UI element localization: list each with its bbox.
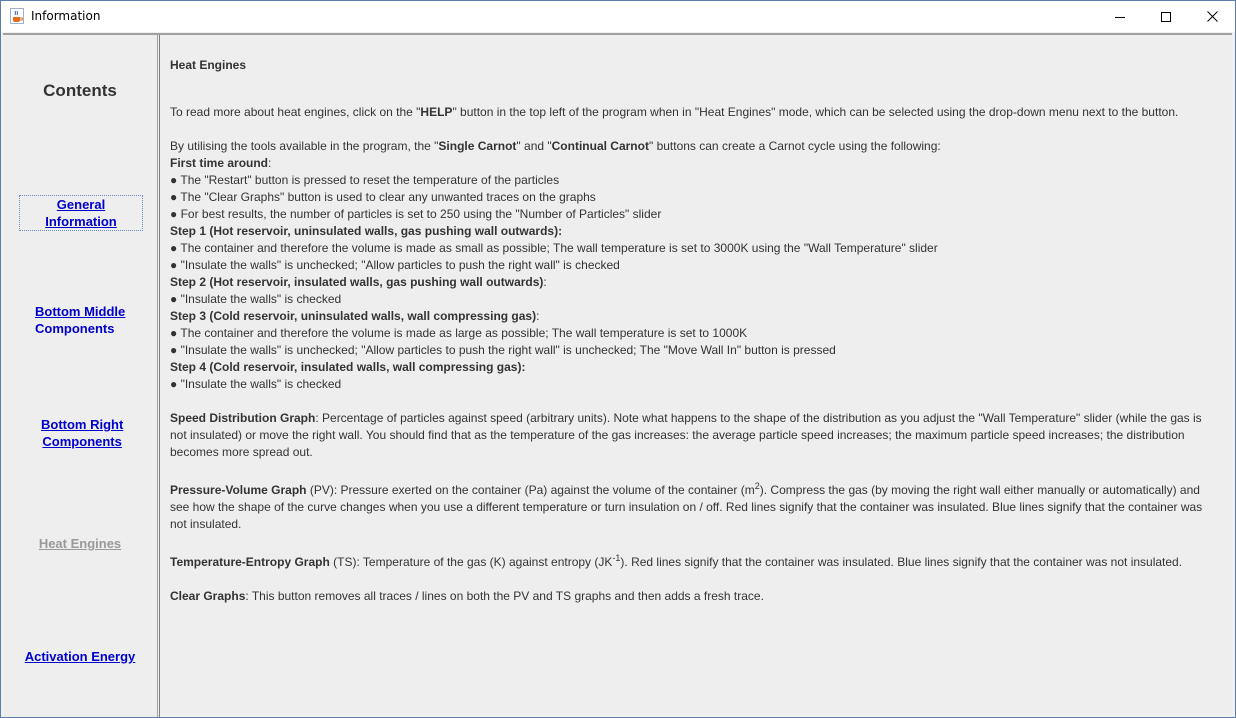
nav-link-bottom-right-components[interactable]: Bottom Right Components xyxy=(41,416,123,450)
step-4-heading: Step 4 (Cold reservoir, insulated walls,… xyxy=(170,360,526,374)
minimize-icon xyxy=(1115,16,1125,18)
close-icon xyxy=(1206,11,1218,22)
nav-link-activation-energy[interactable]: Activation Energy xyxy=(3,648,157,665)
nav-link-general-information[interactable]: General Information xyxy=(19,195,143,231)
minimize-button[interactable] xyxy=(1097,1,1143,32)
nav-link-label-line1: Bottom Right xyxy=(41,417,124,432)
information-content-pane: Heat Engines To read more about heat eng… xyxy=(160,35,1232,715)
nav-link-label-line2: Components xyxy=(42,434,122,449)
clear-graphs-paragraph: Clear Graphs: This button removes all tr… xyxy=(170,589,764,603)
window-title: Information xyxy=(31,9,101,23)
java-cup-icon xyxy=(10,8,24,24)
list-item: ● The container and therefore the volume… xyxy=(170,241,938,255)
step-3-heading: Step 3 (Cold reservoir, uninsulated wall… xyxy=(170,309,540,323)
nav-link-label-line2: Components xyxy=(35,321,115,336)
list-item: ● For best results, the number of partic… xyxy=(170,207,662,221)
contents-sidebar: Contents General Information Bottom Midd… xyxy=(3,35,157,717)
maximize-button[interactable] xyxy=(1143,1,1189,32)
nav-link-heat-engines: Heat Engines xyxy=(38,536,122,551)
contents-heading: Contents xyxy=(43,81,117,100)
pressure-volume-paragraph: Pressure-Volume Graph (PV): Pressure exe… xyxy=(170,481,1203,532)
list-item: ● The "Restart" button is pressed to res… xyxy=(170,173,560,187)
close-button[interactable] xyxy=(1189,1,1235,32)
step-1-heading: Step 1 (Hot reservoir, uninsulated walls… xyxy=(170,224,563,238)
nav-link-bottom-middle-components[interactable]: Bottom Middle Components xyxy=(35,303,125,337)
title-bar[interactable]: Information xyxy=(1,1,1235,33)
list-item: ● "Insulate the walls" is checked xyxy=(170,292,342,306)
information-window: Information Contents General Information… xyxy=(0,0,1236,718)
nav-link-label-line1: Bottom Middle xyxy=(35,304,126,319)
list-item: ● The "Clear Graphs" button is used to c… xyxy=(170,190,596,204)
list-item: ● "Insulate the walls" is unchecked; "Al… xyxy=(170,258,620,272)
window-body: Contents General Information Bottom Midd… xyxy=(3,33,1232,717)
list-item: ● The container and therefore the volume… xyxy=(170,326,748,340)
content-heading: Heat Engines xyxy=(170,58,247,72)
list-item: ● "Insulate the walls" is checked xyxy=(170,377,342,391)
speed-distribution-paragraph: Speed Distribution Graph: Percentage of … xyxy=(170,411,1202,459)
information-text: Heat Engines To read more about heat eng… xyxy=(170,57,1220,605)
temperature-entropy-paragraph: Temperature-Entropy Graph (TS): Temperat… xyxy=(170,553,1183,570)
first-time-heading: First time around: xyxy=(170,156,272,170)
list-item: ● "Insulate the walls" is unchecked; "Al… xyxy=(170,343,836,357)
step-2-heading: Step 2 (Hot reservoir, insulated walls, … xyxy=(170,275,547,289)
carnot-paragraph: By utilising the tools available in the … xyxy=(170,139,941,153)
intro-paragraph: To read more about heat engines, click o… xyxy=(170,105,1179,119)
maximize-icon xyxy=(1161,11,1171,22)
